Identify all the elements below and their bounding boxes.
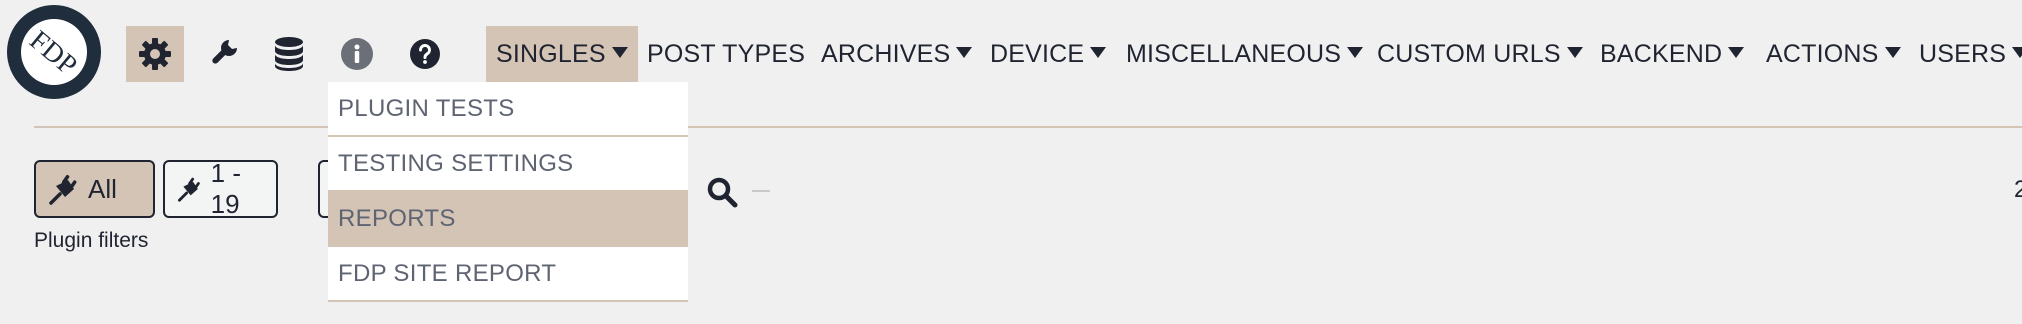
- caret-down-icon: [956, 46, 973, 58]
- fdp-logo[interactable]: FDP: [6, 4, 102, 100]
- menu-item-fdp-site-report[interactable]: FDP SITE REPORT: [328, 247, 688, 302]
- caret-down-icon: [2012, 46, 2022, 58]
- filter-range-label: 1 - 19: [210, 158, 242, 219]
- nav-archives-label: ARCHIVES: [821, 39, 951, 68]
- info-icon: [341, 38, 373, 70]
- nav-users-label: USERS: [1919, 39, 2007, 68]
- caret-down-icon: [1566, 46, 1583, 58]
- database-icon: [275, 37, 303, 71]
- plug-icon: [49, 174, 77, 205]
- nav-miscellaneous[interactable]: MISCELLANEOUS: [1126, 26, 1364, 82]
- help-icon: [410, 39, 440, 69]
- search-input[interactable]: [752, 190, 770, 192]
- menu-item-plugin-tests[interactable]: PLUGIN TESTS: [328, 82, 688, 137]
- caret-down-icon: [1884, 46, 1901, 58]
- filter-range-button[interactable]: 1 - 19: [163, 158, 278, 219]
- singles-dropdown-menu: PLUGIN TESTS TESTING SETTINGS REPORTS FD…: [328, 82, 688, 302]
- nav-actions[interactable]: ACTIONS: [1766, 26, 1901, 82]
- nav-backend-label: BACKEND: [1600, 39, 1723, 68]
- info-button[interactable]: [328, 26, 386, 82]
- caret-down-icon: [611, 46, 628, 58]
- filter-all-button[interactable]: All: [34, 160, 155, 218]
- wrench-icon: [212, 40, 237, 64]
- gear-icon: [139, 38, 171, 70]
- menu-item-testing-settings[interactable]: TESTING SETTINGS: [328, 137, 688, 192]
- nav-device[interactable]: DEVICE: [990, 26, 1107, 82]
- caret-down-icon: [1090, 46, 1107, 58]
- nav-singles[interactable]: SINGLES: [486, 26, 638, 82]
- help-button[interactable]: [396, 26, 454, 82]
- nav-post-types-label: POST TYPES: [647, 39, 806, 68]
- nav-actions-label: ACTIONS: [1766, 39, 1879, 68]
- nav-custom-urls[interactable]: CUSTOM URLS: [1377, 26, 1583, 82]
- nav-post-types[interactable]: POST TYPES: [647, 26, 805, 82]
- caret-down-icon: [1347, 46, 1364, 58]
- nav-users[interactable]: USERS: [1919, 26, 2022, 82]
- menu-item-reports[interactable]: REPORTS: [328, 192, 688, 247]
- caret-down-icon: [1728, 46, 1745, 58]
- database-button[interactable]: [260, 26, 318, 82]
- nav-singles-label: SINGLES: [496, 39, 606, 68]
- nav-custom-urls-label: CUSTOM URLS: [1377, 39, 1561, 68]
- settings-button[interactable]: [126, 26, 184, 82]
- filter-all-label: All: [88, 173, 117, 204]
- truncated-counter: 2: [2014, 176, 2022, 203]
- nav-backend[interactable]: BACKEND: [1600, 26, 1745, 82]
- nav-archives[interactable]: ARCHIVES: [821, 26, 973, 82]
- search-icon[interactable]: [706, 176, 738, 208]
- plugin-filters-label: Plugin filters: [34, 229, 149, 252]
- nav-miscellaneous-label: MISCELLANEOUS: [1126, 39, 1342, 68]
- nav-device-label: DEVICE: [990, 39, 1085, 68]
- plug-icon: [178, 177, 200, 202]
- tools-button[interactable]: [194, 26, 252, 82]
